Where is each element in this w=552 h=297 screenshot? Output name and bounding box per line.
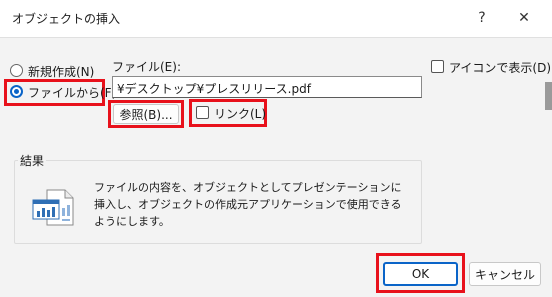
display-as-icon-label: アイコンで表示(D) xyxy=(449,61,552,75)
browse-button-label: 参照(B)... xyxy=(119,107,173,122)
help-button[interactable]: ? xyxy=(467,6,497,30)
display-as-icon-box[interactable] xyxy=(431,60,444,73)
title-bar: オブジェクトの挿入 ? ✕ xyxy=(0,0,552,38)
radio-from-file-indicator[interactable] xyxy=(10,85,23,98)
browse-button[interactable]: 参照(B)... xyxy=(113,104,179,124)
radio-create-new-label: 新規作成(N) xyxy=(28,65,95,79)
link-checkbox-box[interactable] xyxy=(196,106,209,119)
link-checkbox-label: リンク(L) xyxy=(214,107,267,121)
result-description: ファイルの内容を、オブジェクトとしてプレゼンテーションに挿入し、オブジェクトの作… xyxy=(94,181,402,228)
file-field-label: ファイル(E): xyxy=(112,60,181,74)
display-as-icon-checkbox[interactable]: アイコンで表示(D) xyxy=(431,60,551,75)
close-button[interactable]: ✕ xyxy=(509,6,539,30)
result-group-label: 結果 xyxy=(18,152,47,169)
link-checkbox[interactable]: リンク(L) xyxy=(196,106,266,121)
embedded-document-icon xyxy=(32,189,76,227)
radio-from-file[interactable]: ファイルから(F) xyxy=(10,84,116,100)
radio-from-file-label: ファイルから(F) xyxy=(28,86,117,100)
cancel-button-label: キャンセル xyxy=(474,267,535,282)
cancel-button[interactable]: キャンセル xyxy=(469,262,541,286)
ok-button-label: OK xyxy=(411,267,430,281)
right-edge-scrollbar xyxy=(545,82,552,110)
dialog-title: オブジェクトの挿入 xyxy=(12,12,121,26)
radio-create-new-indicator[interactable] xyxy=(10,64,23,77)
ok-button[interactable]: OK xyxy=(383,262,458,286)
help-icon: ? xyxy=(478,10,486,26)
file-path-input[interactable]: ¥デスクトップ¥プレスリリース.pdf xyxy=(112,76,422,98)
radio-create-new[interactable]: 新規作成(N) xyxy=(10,63,102,79)
close-icon: ✕ xyxy=(518,10,530,26)
